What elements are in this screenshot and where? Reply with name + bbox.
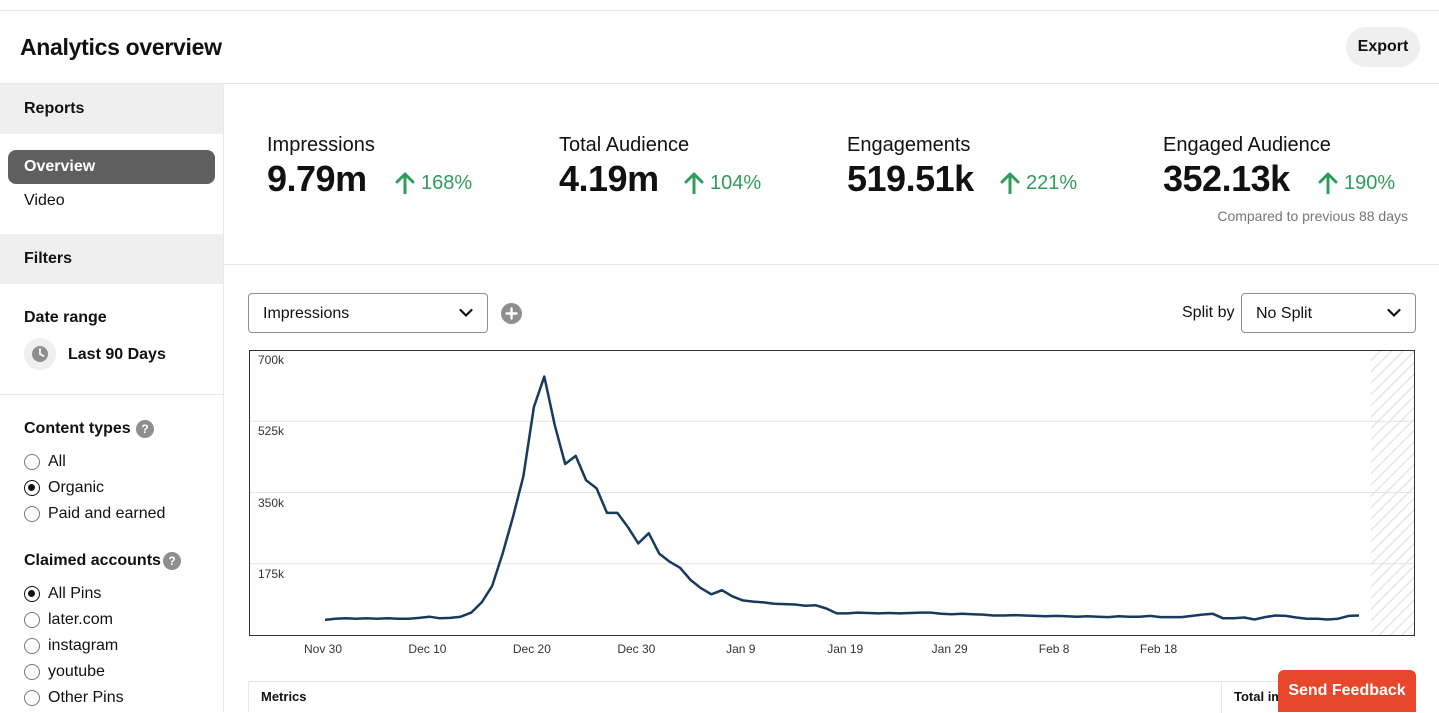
stat-engagements: Engagements 519.51k 221% bbox=[847, 134, 1077, 199]
stat-change-value: 221% bbox=[1026, 172, 1078, 194]
split-by-label: Split by bbox=[1182, 304, 1235, 321]
compared-note: Compared to previous 88 days bbox=[1217, 208, 1408, 224]
x-tick-label: Nov 30 bbox=[303, 642, 343, 656]
metric-select[interactable]: Impressions bbox=[248, 293, 488, 333]
stat-label: Total Audience bbox=[559, 134, 690, 156]
radio-button[interactable] bbox=[24, 664, 40, 680]
stat-change-value: 104% bbox=[710, 172, 762, 194]
claimed-accounts-label: Claimed accounts bbox=[24, 552, 161, 569]
x-tick-label: Jan 9 bbox=[726, 642, 756, 656]
radio-label: Organic bbox=[48, 479, 105, 496]
arrow-up-icon bbox=[684, 172, 704, 194]
stat-impressions: Impressions 9.79m 168% bbox=[267, 134, 472, 199]
radio-label: All Pins bbox=[48, 585, 102, 602]
send-feedback-button[interactable]: Send Feedback bbox=[1278, 670, 1416, 712]
x-tick-label: Dec 30 bbox=[617, 642, 656, 656]
x-tick-label: Feb 18 bbox=[1139, 642, 1178, 656]
filters-heading-label: Filters bbox=[24, 250, 73, 267]
chart-svg bbox=[249, 350, 1415, 636]
split-select-value: No Split bbox=[1256, 305, 1313, 322]
split-select[interactable]: No Split bbox=[1241, 293, 1416, 333]
add-metric-icon[interactable] bbox=[501, 303, 522, 324]
export-button[interactable]: Export bbox=[1346, 27, 1420, 67]
metric-select-value: Impressions bbox=[263, 305, 350, 322]
sidebar-item-label: Overview bbox=[24, 158, 96, 175]
radio-label: All bbox=[48, 453, 66, 470]
filters-heading: Filters bbox=[0, 234, 223, 284]
page-header: Analytics overview Export bbox=[0, 11, 1439, 84]
radio-button[interactable] bbox=[24, 690, 40, 706]
series-line bbox=[324, 375, 1360, 622]
top-bar bbox=[0, 0, 1439, 11]
radio-button[interactable] bbox=[24, 586, 40, 602]
metrics-table-header: Metrics Total im bbox=[248, 681, 1416, 713]
radio-button[interactable] bbox=[24, 612, 40, 628]
stat-label: Engagements bbox=[847, 134, 971, 156]
chevron-down-icon bbox=[1387, 308, 1401, 318]
y-tick-label: 525k bbox=[258, 424, 285, 439]
radio-button[interactable] bbox=[24, 454, 40, 470]
y-tick-label: 350k bbox=[258, 495, 285, 510]
page-title: Analytics overview bbox=[20, 34, 222, 60]
y-tick-label: 175k bbox=[258, 566, 285, 581]
date-range-value[interactable]: Last 90 Days bbox=[68, 346, 166, 364]
reports-heading-label: Reports bbox=[24, 100, 85, 117]
arrow-up-icon bbox=[1000, 172, 1020, 194]
chevron-down-icon bbox=[459, 308, 473, 318]
radio-label: later.com bbox=[48, 611, 113, 628]
stat-label: Engaged Audience bbox=[1163, 134, 1331, 156]
x-tick-label: Jan 19 bbox=[827, 642, 864, 656]
stat-value: 352.13k bbox=[1163, 158, 1290, 199]
x-tick-label: Jan 29 bbox=[931, 642, 968, 656]
radio-button[interactable] bbox=[24, 480, 40, 496]
impressions-chart bbox=[249, 350, 1415, 636]
metrics-column-header[interactable]: Metrics bbox=[261, 689, 307, 704]
column-divider bbox=[1221, 682, 1222, 713]
arrow-up-icon bbox=[395, 172, 415, 194]
radio-label: instagram bbox=[48, 637, 119, 654]
x-tick-label: Feb 8 bbox=[1038, 642, 1070, 656]
clock-icon[interactable] bbox=[24, 338, 56, 370]
stat-total-audience: Total Audience 4.19m 104% bbox=[559, 134, 761, 199]
stat-change-value: 190% bbox=[1344, 172, 1396, 194]
radio-button[interactable] bbox=[24, 638, 40, 654]
sidebar: Reports Overview Video Filters Date rang… bbox=[0, 84, 224, 712]
help-icon[interactable]: ? bbox=[163, 552, 181, 570]
stat-label: Impressions bbox=[267, 134, 375, 156]
x-tick-label: Dec 20 bbox=[512, 642, 551, 656]
divider bbox=[0, 394, 223, 395]
stats-panel: Impressions 9.79m 168% Total Audience 4.… bbox=[224, 84, 1439, 265]
stat-value: 9.79m bbox=[267, 158, 367, 199]
y-tick-label: 700k bbox=[258, 353, 285, 367]
sidebar-item-video[interactable]: Video bbox=[8, 184, 215, 218]
date-range-label: Date range bbox=[24, 309, 107, 326]
reports-heading: Reports bbox=[0, 84, 223, 134]
stat-engaged-audience: Engaged Audience 352.13k 190% bbox=[1163, 134, 1395, 199]
stat-change-value: 168% bbox=[421, 172, 473, 194]
x-tick-label: Dec 10 bbox=[408, 642, 447, 656]
content-types-label: Content types bbox=[24, 420, 131, 437]
help-icon[interactable]: ? bbox=[136, 420, 154, 438]
radio-label: youtube bbox=[48, 663, 105, 680]
sidebar-item-overview[interactable]: Overview bbox=[8, 150, 215, 184]
radio-button[interactable] bbox=[24, 506, 40, 522]
sidebar-item-label: Video bbox=[24, 192, 65, 209]
radio-label: Paid and earned bbox=[48, 505, 166, 522]
arrow-up-icon bbox=[1318, 172, 1338, 194]
stat-value: 519.51k bbox=[847, 158, 974, 199]
stat-value: 4.19m bbox=[559, 158, 659, 199]
radio-label: Other Pins bbox=[48, 689, 124, 706]
total-impressions-column-header[interactable]: Total im bbox=[1234, 689, 1283, 704]
